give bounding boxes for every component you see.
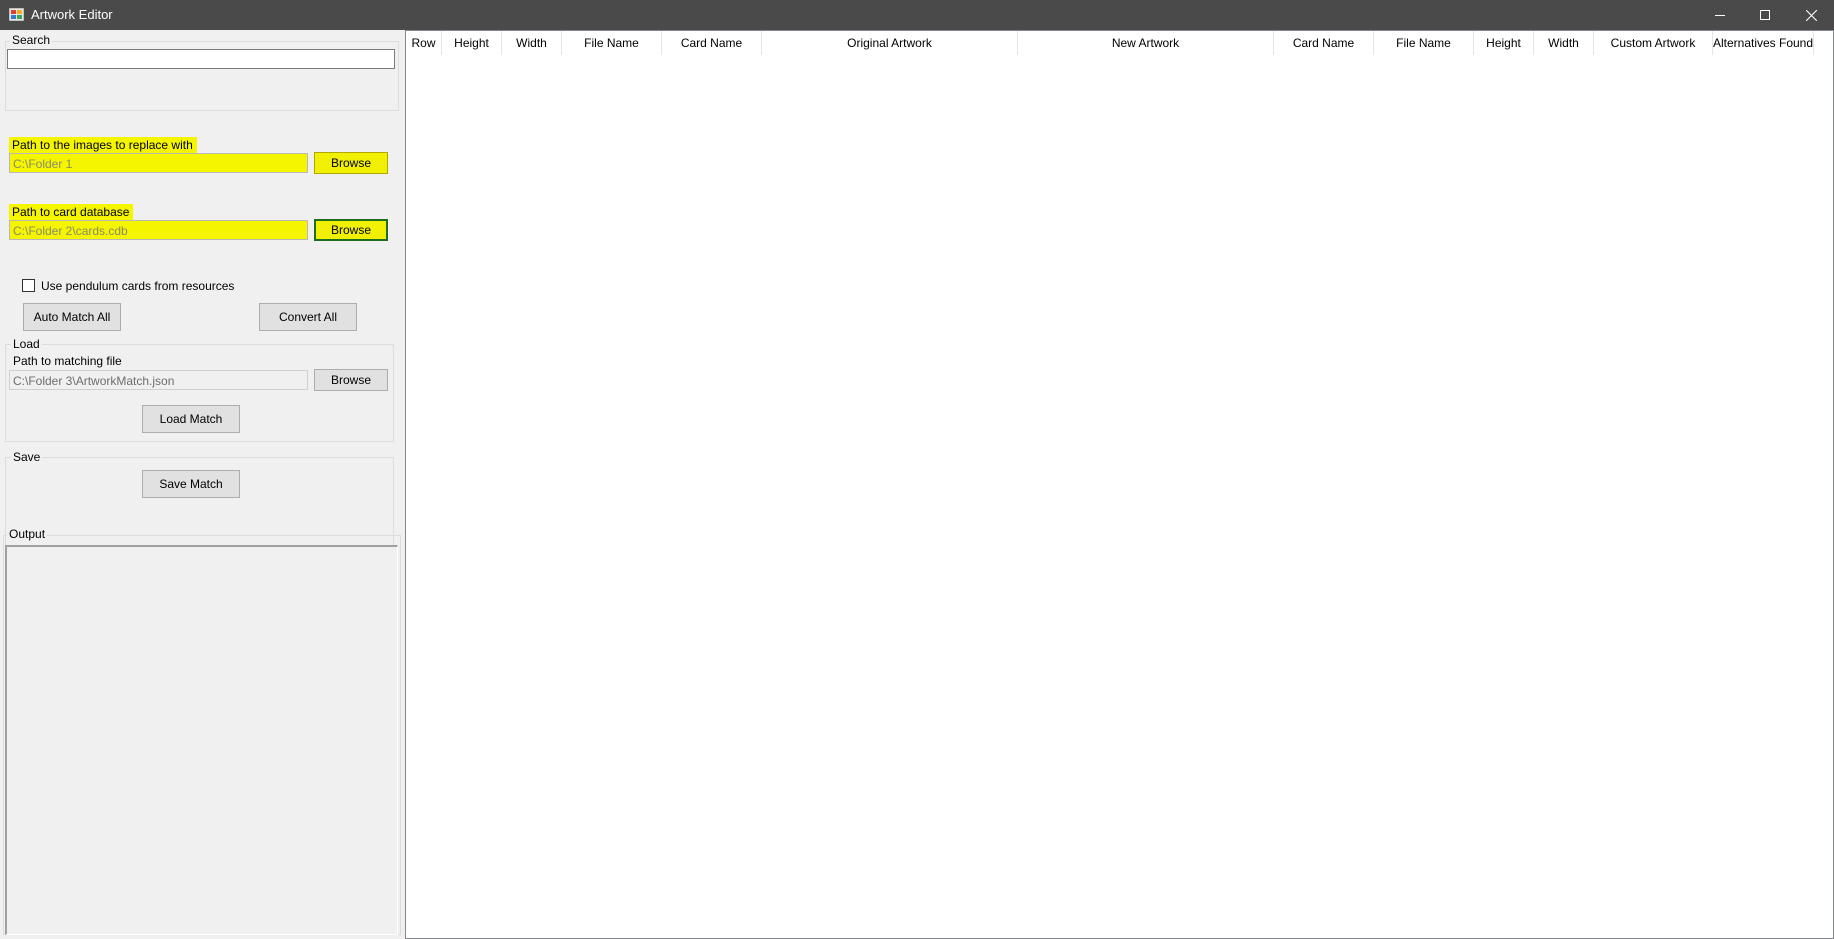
left-panel: Search Path to the images to replace wit…: [0, 30, 405, 939]
pendulum-checkbox[interactable]: [22, 279, 35, 292]
save-group-title: Save: [11, 450, 43, 464]
output-group-title: Output: [7, 527, 48, 541]
images-path-label: Path to the images to replace with: [9, 137, 197, 153]
column-header-row[interactable]: Row: [406, 31, 442, 55]
column-header-new-file-name[interactable]: File Name: [1374, 31, 1474, 55]
database-browse-button[interactable]: Browse: [314, 219, 388, 241]
search-group-title: Search: [10, 33, 53, 47]
column-header-height[interactable]: Height: [442, 31, 502, 55]
title-bar: Artwork Editor: [0, 0, 1834, 30]
save-match-button[interactable]: Save Match: [142, 470, 240, 498]
matching-file-field[interactable]: C:\Folder 3\ArtworkMatch.json: [9, 370, 308, 390]
matching-file-label: Path to matching file: [13, 354, 122, 368]
column-header-new-height[interactable]: Height: [1474, 31, 1534, 55]
artwork-grid[interactable]: Row Height Width File Name Card Name Ori…: [405, 30, 1834, 939]
minimize-button[interactable]: [1697, 0, 1743, 30]
column-header-new-card-name[interactable]: Card Name: [1274, 31, 1374, 55]
column-header-width[interactable]: Width: [502, 31, 562, 55]
maximize-button[interactable]: [1742, 0, 1788, 30]
pendulum-checkbox-label: Use pendulum cards from resources: [41, 279, 235, 293]
images-path-field[interactable]: C:\Folder 1: [9, 153, 308, 173]
maximize-icon: [1760, 10, 1770, 20]
matching-file-browse-button[interactable]: Browse: [314, 369, 388, 391]
column-header-card-name[interactable]: Card Name: [662, 31, 762, 55]
database-path-label: Path to card database: [9, 204, 134, 220]
database-path-field[interactable]: C:\Folder 2\cards.cdb: [9, 220, 308, 240]
column-header-new-width[interactable]: Width: [1534, 31, 1594, 55]
app-icon: [9, 8, 24, 21]
search-input[interactable]: [7, 49, 395, 69]
column-header-alternatives-found[interactable]: Alternatives Found: [1713, 31, 1814, 55]
auto-match-all-button[interactable]: Auto Match All: [23, 303, 121, 331]
load-match-button[interactable]: Load Match: [142, 405, 240, 433]
column-header-new-artwork[interactable]: New Artwork: [1018, 31, 1274, 55]
images-browse-button[interactable]: Browse: [314, 152, 388, 174]
convert-all-button[interactable]: Convert All: [259, 303, 357, 331]
grid-header: Row Height Width File Name Card Name Ori…: [406, 31, 1833, 55]
close-icon: [1805, 9, 1817, 21]
load-group-title: Load: [11, 337, 42, 351]
column-header-original-artwork[interactable]: Original Artwork: [762, 31, 1018, 55]
column-header-file-name[interactable]: File Name: [562, 31, 662, 55]
window-title: Artwork Editor: [31, 7, 113, 22]
output-textbox[interactable]: [5, 545, 398, 935]
minimize-icon: [1715, 15, 1725, 16]
close-button[interactable]: [1788, 0, 1834, 30]
column-header-custom-artwork[interactable]: Custom Artwork: [1594, 31, 1713, 55]
